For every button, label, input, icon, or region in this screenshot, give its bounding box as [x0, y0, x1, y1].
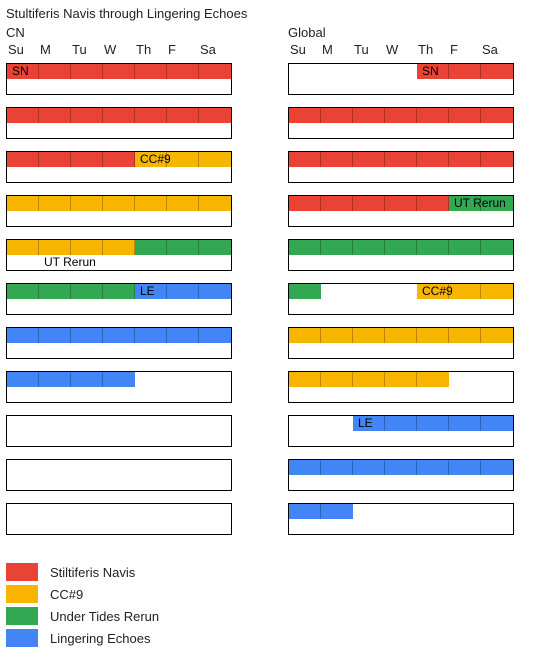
event-label-sn: SN — [9, 64, 32, 79]
day-f: F — [448, 42, 480, 57]
week-row: SN — [6, 63, 232, 95]
legend-item: Stiltiferis Navis — [6, 563, 549, 581]
day-m: M — [38, 42, 70, 57]
column-global: Global Su M Tu W Th F Sa SN UT Rerun — [288, 25, 514, 535]
week-row: UT Rerun — [288, 195, 514, 227]
day-m: M — [320, 42, 352, 57]
column-cn: CN Su M Tu W Th F Sa SN CC#9 — [6, 25, 232, 535]
legend-item: Under Tides Rerun — [6, 607, 549, 625]
day-f: F — [166, 42, 198, 57]
legend-item: CC#9 — [6, 585, 549, 603]
event-label-sn: SN — [419, 64, 442, 79]
legend-text: CC#9 — [50, 587, 83, 602]
week-row: CC#9 — [6, 151, 232, 183]
day-su: Su — [288, 42, 320, 57]
weeks-cn: SN CC#9 UT Rerun LE — [6, 63, 232, 535]
legend: Stiltiferis Navis CC#9 Under Tides Rerun… — [6, 563, 549, 647]
legend-swatch-green — [6, 607, 38, 625]
week-row — [288, 503, 514, 535]
legend-text: Lingering Echoes — [50, 631, 150, 646]
day-header-global: Su M Tu W Th F Sa — [288, 42, 514, 57]
day-tu: Tu — [70, 42, 102, 57]
week-row — [288, 239, 514, 271]
week-row: LE — [288, 415, 514, 447]
week-row — [6, 459, 232, 491]
week-row — [288, 151, 514, 183]
event-label-cc9: CC#9 — [137, 152, 174, 167]
week-row: LE — [6, 283, 232, 315]
week-row — [288, 327, 514, 359]
week-row: SN — [288, 63, 514, 95]
weeks-global: SN UT Rerun CC#9 — [288, 63, 514, 535]
day-th: Th — [416, 42, 448, 57]
event-label-ut: UT Rerun — [41, 255, 99, 270]
column-global-label: Global — [288, 25, 514, 40]
week-row — [6, 371, 232, 403]
week-row — [6, 195, 232, 227]
week-row — [288, 371, 514, 403]
legend-text: Under Tides Rerun — [50, 609, 159, 624]
legend-text: Stiltiferis Navis — [50, 565, 135, 580]
day-sa: Sa — [198, 42, 230, 57]
legend-swatch-yellow — [6, 585, 38, 603]
week-row — [288, 107, 514, 139]
day-su: Su — [6, 42, 38, 57]
week-row: UT Rerun — [6, 239, 232, 271]
legend-swatch-red — [6, 563, 38, 581]
week-row — [6, 503, 232, 535]
event-label-ut: UT Rerun — [451, 196, 509, 211]
week-row — [6, 107, 232, 139]
legend-swatch-blue — [6, 629, 38, 647]
event-label-le: LE — [355, 416, 376, 431]
event-label-le: LE — [137, 284, 158, 299]
week-row — [6, 327, 232, 359]
day-tu: Tu — [352, 42, 384, 57]
week-row — [6, 415, 232, 447]
day-w: W — [384, 42, 416, 57]
week-row — [288, 459, 514, 491]
legend-item: Lingering Echoes — [6, 629, 549, 647]
columns: CN Su M Tu W Th F Sa SN CC#9 — [6, 25, 549, 535]
page-title: Stultiferis Navis through Lingering Echo… — [6, 6, 549, 21]
week-row: CC#9 — [288, 283, 514, 315]
day-th: Th — [134, 42, 166, 57]
day-header-cn: Su M Tu W Th F Sa — [6, 42, 232, 57]
column-cn-label: CN — [6, 25, 232, 40]
day-w: W — [102, 42, 134, 57]
day-sa: Sa — [480, 42, 512, 57]
event-label-cc9: CC#9 — [419, 284, 456, 299]
